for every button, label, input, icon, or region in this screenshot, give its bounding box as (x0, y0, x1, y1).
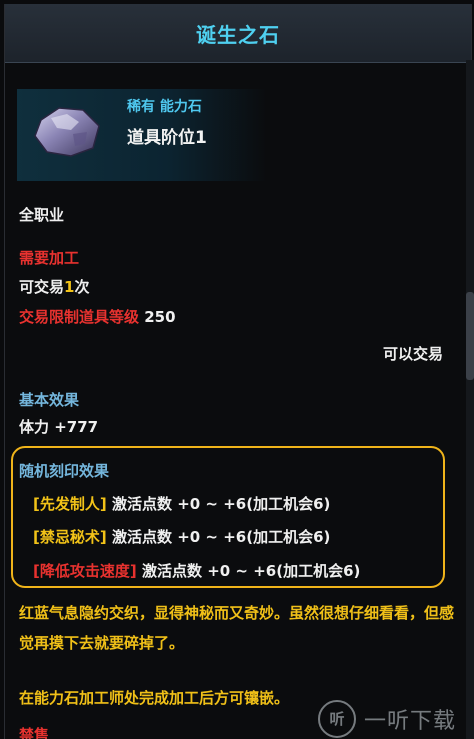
engraving-name: [降低攻击速度] (33, 562, 137, 580)
base-effect-value: 体力 +777 (19, 418, 99, 436)
engraving-row: [先发制人] 激活点数 +0 ~ +6(加工机会6) (33, 493, 330, 514)
engraving-value: 激活点数 +0 ~ +6(加工机会6) (111, 495, 331, 513)
trade-prefix: 可交易 (19, 278, 65, 296)
item-tooltip: 诞生之石 稀有 能力石 道具阶位1 全职业 需要加工 可交易1次 交易限制道具等… (4, 4, 472, 739)
engraving-value: 激活点数 +0 ~ +6(加工机会6) (111, 528, 331, 546)
scrollbar-thumb[interactable] (466, 292, 474, 380)
watermark-text: 一听下载 (364, 708, 457, 734)
item-description: 红蓝气息隐约交织，显得神秘而又奇妙。虽然很想仔细看看，但感觉再摸下去就要碎掉了。 (19, 604, 455, 652)
engraving-name: [禁忌秘术] (33, 528, 107, 546)
engraving-name: [先发制人] (33, 495, 107, 513)
class-restriction: 全职业 (19, 206, 65, 224)
socket-note: 在能力石加工师处完成加工后方可镶嵌。 (19, 689, 290, 707)
engraving-row: [禁忌秘术] 激活点数 +0 ~ +6(加工机会6) (33, 526, 330, 547)
watermark: 听 一听下载 (318, 698, 474, 739)
trade-count: 可交易1次 (19, 276, 89, 297)
trade-suffix: 次 (74, 278, 90, 296)
ability-stone-icon (34, 107, 100, 157)
tradable-status: 可以交易 (383, 345, 444, 363)
watermark-logo-icon: 听 (318, 699, 356, 738)
engraving-value: 激活点数 +0 ~ +6(加工机会6) (141, 562, 361, 580)
trade-level-value: 250 (144, 308, 176, 326)
engraving-row: [降低攻击速度] 激活点数 +0 ~ +6(加工机会6) (33, 560, 360, 581)
tooltip-scrollbar[interactable] (466, 60, 474, 739)
trade-level-limit: 交易限制道具等级 250 (19, 306, 176, 327)
requires-processing: 需要加工 (19, 249, 80, 267)
item-tier: 道具阶位1 (127, 128, 207, 148)
sale-restriction: 禁售 (19, 726, 50, 739)
trade-level-label: 交易限制道具等级 (19, 308, 140, 326)
item-rarity: 稀有 能力石 (127, 99, 202, 115)
trade-count-value: 1 (64, 278, 75, 296)
item-title: 诞生之石 (196, 22, 280, 47)
tooltip-titlebar: 诞生之石 (5, 4, 471, 63)
base-effect-label: 基本效果 (19, 391, 80, 409)
engrave-title: 随机刻印效果 (19, 462, 110, 480)
